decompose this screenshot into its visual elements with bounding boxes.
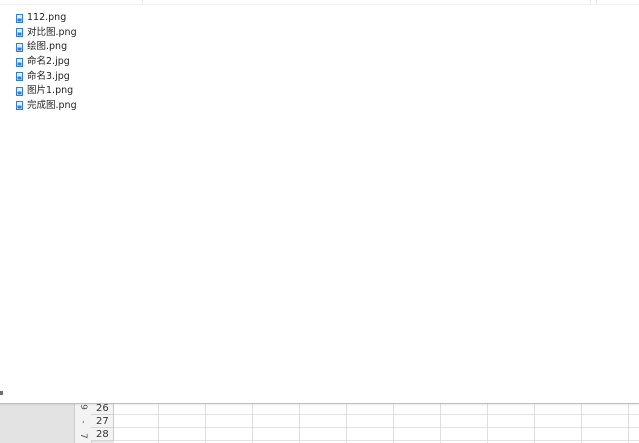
- row-headers: 26 27 28: [91, 402, 114, 441]
- file-name: 命名3.jpg: [27, 70, 70, 82]
- image-file-icon: [16, 28, 23, 38]
- file-name: 112.png: [27, 12, 67, 24]
- top-segment: [142, 0, 591, 4]
- image-file-icon: [16, 101, 23, 111]
- file-item[interactable]: 完成图.png: [16, 99, 77, 114]
- file-item[interactable]: 命名3.jpg: [16, 69, 77, 84]
- file-item[interactable]: 绘图.png: [16, 40, 77, 55]
- file-list: 112.png 对比图.png 绘图.png 命名2.jpg 命名3.jpg 图…: [16, 11, 77, 113]
- file-item[interactable]: 图片1.png: [16, 84, 77, 99]
- image-file-icon: [16, 42, 23, 52]
- file-item[interactable]: 命名2.jpg: [16, 55, 77, 70]
- file-name: 对比图.png: [27, 26, 77, 38]
- vertical-ruler: 9 - 7: [74, 400, 92, 443]
- image-file-icon: [16, 72, 23, 82]
- panel-top-edge: [0, 0, 639, 5]
- cell-grid[interactable]: [114, 402, 639, 443]
- ruler-mark: 7: [78, 433, 88, 439]
- file-item[interactable]: 对比图.png: [16, 26, 77, 41]
- image-file-icon: [16, 57, 23, 67]
- row-header-27[interactable]: 27: [91, 415, 113, 428]
- ruler-mark: -: [78, 420, 88, 424]
- file-item[interactable]: 112.png: [16, 11, 77, 26]
- file-name: 图片1.png: [27, 85, 74, 97]
- row-header-28[interactable]: 28: [91, 428, 113, 441]
- image-file-icon: [16, 13, 23, 23]
- resize-handle[interactable]: [0, 391, 3, 395]
- top-segment: [0, 0, 143, 4]
- file-name: 命名2.jpg: [27, 56, 70, 68]
- spreadsheet-background: 9 - 7 26 27 28: [0, 400, 639, 443]
- file-list-panel: 112.png 对比图.png 绘图.png 命名2.jpg 命名3.jpg 图…: [0, 0, 639, 404]
- file-name: 绘图.png: [27, 41, 68, 53]
- top-segment: [590, 0, 597, 4]
- file-name: 完成图.png: [27, 99, 77, 111]
- image-file-icon: [16, 86, 23, 96]
- sheet-left-pane: [0, 400, 74, 443]
- screen: 9 - 7 26 27 28 112.png 对比图.png 绘图.png 命名…: [0, 0, 639, 443]
